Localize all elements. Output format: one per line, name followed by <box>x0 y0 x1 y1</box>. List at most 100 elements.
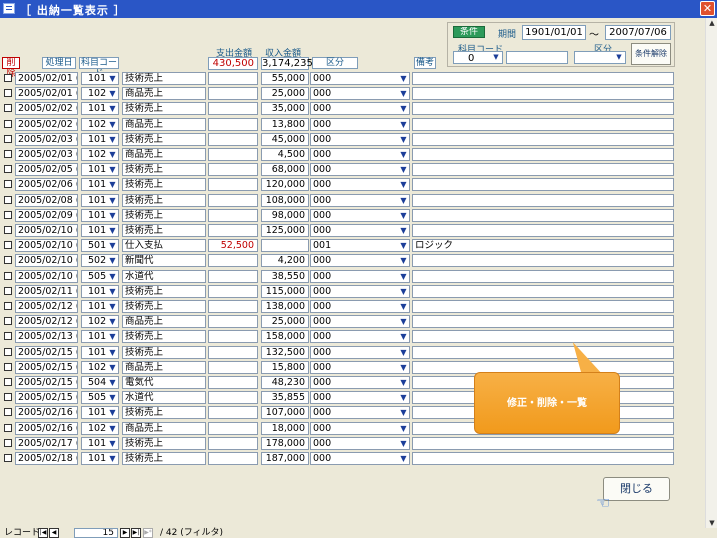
category-select[interactable]: 000 <box>310 406 410 420</box>
delete-checkbox[interactable] <box>4 104 12 113</box>
code-header-button[interactable]: 科目コード <box>79 57 119 79</box>
income-cell[interactable]: 38,550 <box>261 269 309 283</box>
chevron-down-icon[interactable]: ▼ <box>106 87 119 100</box>
date-cell[interactable]: 2005/02/15 (火) <box>15 391 78 405</box>
category-select[interactable]: 000 <box>310 208 410 222</box>
income-cell[interactable]: 25,000 <box>261 315 309 329</box>
expense-cell[interactable] <box>208 87 258 101</box>
last-record-icon[interactable]: ▶| <box>131 528 141 538</box>
expense-cell[interactable] <box>208 269 258 283</box>
memo-cell[interactable] <box>412 208 674 222</box>
category-select[interactable]: 000 <box>310 117 410 131</box>
delete-checkbox[interactable] <box>4 195 12 204</box>
chevron-down-icon[interactable]: ▼ <box>397 346 410 359</box>
expense-cell[interactable] <box>208 284 258 298</box>
date-header-button[interactable]: 処理日 <box>42 57 76 69</box>
income-cell[interactable]: 98,000 <box>261 208 309 222</box>
filter-code-select[interactable]: 0 ▼ <box>453 51 503 64</box>
delete-checkbox[interactable] <box>4 134 12 143</box>
date-cell[interactable]: 2005/02/13 (日) <box>15 330 78 344</box>
expense-cell[interactable] <box>208 452 258 465</box>
chevron-down-icon[interactable]: ▼ <box>106 209 119 222</box>
expense-cell[interactable] <box>208 436 258 450</box>
category-select[interactable]: 000 <box>310 254 410 268</box>
item-name-cell[interactable]: 技術売上 <box>122 132 206 146</box>
item-name-cell[interactable]: 技術売上 <box>122 330 206 344</box>
chevron-down-icon[interactable]: ▼ <box>106 254 119 267</box>
delete-checkbox[interactable] <box>4 362 12 371</box>
chevron-down-icon[interactable]: ▼ <box>106 300 119 313</box>
expense-cell[interactable] <box>208 254 258 268</box>
item-name-cell[interactable]: 技術売上 <box>122 72 206 85</box>
chevron-down-icon[interactable]: ▼ <box>397 133 410 146</box>
chevron-down-icon[interactable]: ▼ <box>397 148 410 161</box>
date-cell[interactable]: 2005/02/12 (土) <box>15 315 78 329</box>
date-cell[interactable]: 2005/02/12 (土) <box>15 300 78 313</box>
expense-cell[interactable] <box>208 315 258 329</box>
chevron-down-icon[interactable]: ▼ <box>397 361 410 374</box>
delete-checkbox[interactable] <box>4 454 12 462</box>
chevron-down-icon[interactable]: ▼ <box>397 254 410 267</box>
chevron-down-icon[interactable]: ▼ <box>397 87 410 100</box>
memo-cell[interactable]: ロジック <box>412 239 674 253</box>
income-cell[interactable]: 18,000 <box>261 421 309 435</box>
filter-category-select[interactable]: ▼ <box>574 51 626 64</box>
chevron-down-icon[interactable]: ▼ <box>397 270 410 283</box>
memo-cell[interactable] <box>412 436 674 450</box>
expense-cell[interactable] <box>208 391 258 405</box>
chevron-down-icon[interactable]: ▼ <box>106 148 119 161</box>
expense-cell[interactable] <box>208 163 258 177</box>
chevron-down-icon[interactable]: ▼ <box>106 239 119 252</box>
memo-cell[interactable] <box>412 148 674 161</box>
chevron-down-icon[interactable]: ▼ <box>106 270 119 283</box>
period-from-field[interactable]: 1901/01/01 <box>522 25 586 40</box>
expense-cell[interactable] <box>208 208 258 222</box>
category-select[interactable]: 000 <box>310 269 410 283</box>
item-name-cell[interactable]: 新聞代 <box>122 254 206 268</box>
income-cell[interactable]: 35,000 <box>261 102 309 116</box>
date-cell[interactable]: 2005/02/10 (木) <box>15 254 78 268</box>
chevron-down-icon[interactable]: ▼ <box>106 118 119 131</box>
item-name-cell[interactable]: 仕入支払 <box>122 239 206 253</box>
date-cell[interactable]: 2005/02/02 (水) <box>15 102 78 116</box>
item-name-cell[interactable]: 商品売上 <box>122 360 206 374</box>
scroll-up-icon[interactable]: ▲ <box>707 18 717 28</box>
delete-checkbox[interactable] <box>4 271 12 280</box>
category-select[interactable]: 000 <box>310 330 410 344</box>
delete-header[interactable]: 削除 <box>2 57 20 79</box>
category-select[interactable]: 000 <box>310 102 410 116</box>
prev-record-icon[interactable]: ◀ <box>49 528 59 538</box>
category-select[interactable]: 000 <box>310 87 410 101</box>
new-record-icon[interactable]: ▶* <box>143 528 153 538</box>
date-cell[interactable]: 2005/02/09 (水) <box>15 208 78 222</box>
item-name-cell[interactable]: 技術売上 <box>122 406 206 420</box>
date-cell[interactable]: 2005/02/10 (木) <box>15 239 78 253</box>
date-cell[interactable]: 2005/02/03 (木) <box>15 148 78 161</box>
chevron-down-icon[interactable]: ▼ <box>106 285 119 298</box>
chevron-down-icon[interactable]: ▼ <box>106 133 119 146</box>
delete-checkbox[interactable] <box>4 180 12 189</box>
item-name-cell[interactable]: 商品売上 <box>122 315 206 329</box>
memo-cell[interactable] <box>412 193 674 207</box>
category-select[interactable]: 000 <box>310 315 410 329</box>
chevron-down-icon[interactable]: ▼ <box>397 376 410 389</box>
window-close-button[interactable]: ✕ <box>700 1 715 16</box>
date-cell[interactable]: 2005/02/06 (日) <box>15 178 78 192</box>
condition-button[interactable]: 条件 <box>453 26 485 38</box>
chevron-down-icon[interactable]: ▼ <box>106 163 119 176</box>
delete-checkbox[interactable] <box>4 150 12 158</box>
income-cell[interactable] <box>261 239 309 253</box>
delete-checkbox[interactable] <box>4 165 12 174</box>
income-cell[interactable]: 125,000 <box>261 224 309 237</box>
item-name-cell[interactable]: 水道代 <box>122 391 206 405</box>
category-select[interactable]: 000 <box>310 360 410 374</box>
chevron-down-icon[interactable]: ▼ <box>106 315 119 328</box>
delete-checkbox[interactable] <box>4 393 12 402</box>
chevron-down-icon[interactable]: ▼ <box>106 330 119 343</box>
chevron-down-icon[interactable]: ▼ <box>397 437 410 450</box>
memo-cell[interactable] <box>412 224 674 237</box>
item-name-cell[interactable]: 商品売上 <box>122 87 206 101</box>
delete-checkbox[interactable] <box>4 89 12 98</box>
chevron-down-icon[interactable]: ▼ <box>397 72 410 85</box>
category-select[interactable]: 000 <box>310 345 410 359</box>
